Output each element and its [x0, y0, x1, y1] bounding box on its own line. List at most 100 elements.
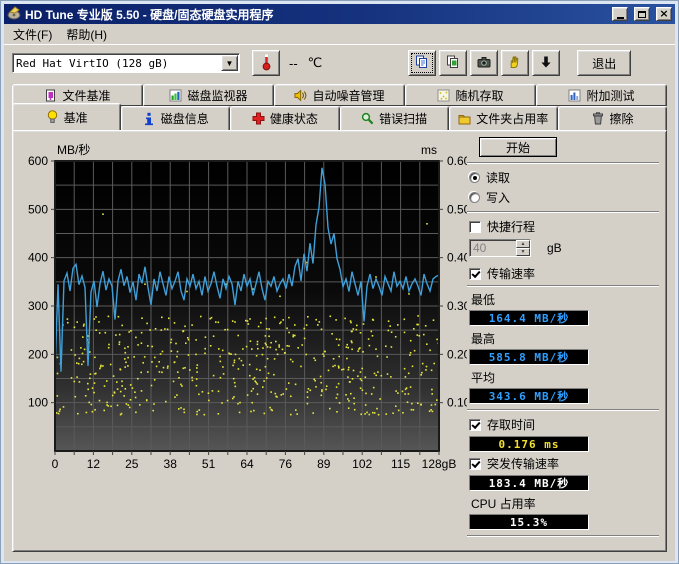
x-tick-label: 25 — [125, 457, 139, 471]
transfer-rate-label: 传输速率 — [487, 265, 535, 282]
copy-image-icon — [446, 55, 460, 72]
screenshot-button[interactable] — [470, 50, 498, 76]
max-value-display: 585.8 MB/秒 — [469, 349, 589, 365]
read-radio-row[interactable]: 读取 — [469, 169, 667, 186]
short-stroke-checkbox[interactable] — [469, 221, 481, 233]
close-icon: × — [659, 9, 668, 19]
write-radio-label: 写入 — [486, 189, 510, 206]
close-button[interactable]: × — [656, 7, 672, 21]
temperature-button[interactable] — [252, 50, 280, 76]
tab-label: 磁盘信息 — [161, 110, 209, 127]
short-stroke-size-row: ▲▼ gB — [469, 239, 667, 257]
camera-icon — [477, 55, 491, 72]
y-right-tick-label: 0.50 — [447, 202, 467, 216]
tab-disk-monitor[interactable]: 磁盘监视器 — [143, 84, 274, 106]
transfer-rate-checkbox[interactable] — [469, 268, 481, 280]
magnifier-icon — [361, 112, 374, 125]
y-left-tick-label: 600 — [28, 154, 48, 168]
write-radio[interactable] — [469, 192, 480, 203]
short-stroke-row[interactable]: 快捷行程 — [469, 218, 667, 235]
info-icon — [143, 112, 156, 125]
app-window: HD Tune 专业版 5.50 - 硬盘/固态硬盘实用程序 × 文件(F)帮助… — [0, 0, 679, 564]
down-arrow-icon — [539, 55, 553, 72]
y-right-tick-label: 0.10 — [447, 396, 467, 410]
y-left-tick-label: 100 — [28, 396, 48, 410]
cpu-usage-display: 15.3% — [469, 514, 589, 530]
spinner-up-icon[interactable]: ▲ — [516, 240, 530, 248]
y-left-tick-label: 400 — [28, 251, 48, 265]
temperature-unit: ℃ — [308, 55, 323, 71]
y-left-axis-label: MB/秒 — [57, 143, 90, 157]
drive-select[interactable]: Red Hat VirtIO (128 gB) ▼ — [12, 53, 240, 73]
options-button[interactable] — [501, 50, 529, 76]
short-stroke-label: 快捷行程 — [487, 218, 535, 235]
burst-rate-row[interactable]: 突发传输速率 — [469, 455, 667, 472]
separator — [467, 409, 659, 411]
minimize-button[interactable] — [612, 7, 628, 21]
tab-benchmark[interactable]: 基准 — [12, 103, 121, 130]
file-benchmark-icon — [44, 89, 57, 102]
access-time-row[interactable]: 存取时间 — [469, 416, 667, 433]
chart-area: 1002003004005006000.100.200.300.400.500.… — [15, 135, 467, 475]
maximize-icon — [638, 11, 646, 18]
separator — [467, 285, 659, 287]
benchmark-panel: 1002003004005006000.100.200.300.400.500.… — [12, 130, 667, 552]
spinner-down-icon[interactable]: ▼ — [516, 248, 530, 256]
x-tick-label: 38 — [164, 457, 178, 471]
burst-rate-checkbox[interactable] — [469, 458, 481, 470]
speaker-icon — [294, 89, 307, 102]
x-tick-label: 51 — [202, 457, 216, 471]
access-time-display: 0.176 ms — [469, 436, 589, 452]
separator — [467, 211, 659, 213]
exit-button[interactable]: 退出 — [577, 50, 631, 76]
start-button[interactable]: 开始 — [479, 137, 557, 157]
access-time-checkbox[interactable] — [469, 419, 481, 431]
x-tick-label: 128gB — [422, 457, 457, 471]
write-radio-row[interactable]: 写入 — [469, 189, 667, 206]
app-icon — [7, 6, 21, 23]
burst-rate-label: 突发传输速率 — [487, 455, 559, 472]
tab-aam[interactable]: 自动噪音管理 — [274, 84, 405, 106]
trash-icon — [591, 112, 604, 125]
bulb-icon — [46, 111, 59, 124]
maximize-button[interactable] — [634, 7, 650, 21]
title-bar[interactable]: HD Tune 专业版 5.50 - 硬盘/固态硬盘实用程序 × — [4, 4, 675, 24]
x-tick-label: 12 — [87, 457, 101, 471]
separator — [467, 535, 659, 537]
tab-erase[interactable]: 擦除 — [558, 106, 667, 130]
read-radio[interactable] — [469, 172, 480, 183]
tab-error-scan[interactable]: 错误扫描 — [340, 106, 449, 130]
menu-item-file[interactable]: 文件(F) — [6, 24, 59, 45]
save-button[interactable] — [532, 50, 560, 76]
y-left-tick-label: 300 — [28, 299, 48, 313]
tab-extra-tests[interactable]: 附加测试 — [536, 84, 667, 106]
chevron-down-icon[interactable]: ▼ — [221, 55, 238, 71]
y-right-tick-label: 0.20 — [447, 347, 467, 361]
copy-image-button[interactable] — [439, 50, 467, 76]
temperature-value: -- — [289, 56, 298, 71]
burst-rate-display: 183.4 MB/秒 — [469, 475, 589, 491]
transfer-rate-row[interactable]: 传输速率 — [469, 265, 667, 282]
menu-item-help[interactable]: 帮助(H) — [59, 24, 114, 45]
tab-random-access[interactable]: 随机存取 — [405, 84, 536, 106]
tab-label: 磁盘监视器 — [187, 87, 247, 104]
exit-button-label: 退出 — [592, 55, 616, 72]
tab-folder-usage[interactable]: 文件夹占用率 — [449, 106, 558, 130]
drive-select-value: Red Hat VirtIO (128 gB) — [13, 57, 220, 70]
thermometer-icon — [260, 52, 273, 74]
short-stroke-size-input[interactable]: ▲▼ — [469, 239, 531, 257]
spinner-buttons[interactable]: ▲▼ — [516, 240, 530, 256]
avg-value-display: 343.6 MB/秒 — [469, 388, 589, 404]
copy-text-button[interactable] — [408, 50, 436, 76]
y-right-tick-label: 0.60 — [447, 154, 467, 168]
random-access-icon — [437, 89, 450, 102]
short-stroke-size-value[interactable] — [470, 240, 510, 256]
y-right-axis-label: ms — [421, 143, 437, 157]
benchmark-chart: 1002003004005006000.100.200.300.400.500.… — [15, 135, 467, 475]
tab-disk-info[interactable]: 磁盘信息 — [121, 106, 230, 130]
tab-health[interactable]: 健康状态 — [230, 106, 339, 130]
minimize-icon — [617, 17, 624, 19]
extra-tests-icon — [568, 89, 581, 102]
tab-label: 错误扫描 — [379, 110, 427, 127]
x-tick-label: 115 — [391, 457, 410, 471]
